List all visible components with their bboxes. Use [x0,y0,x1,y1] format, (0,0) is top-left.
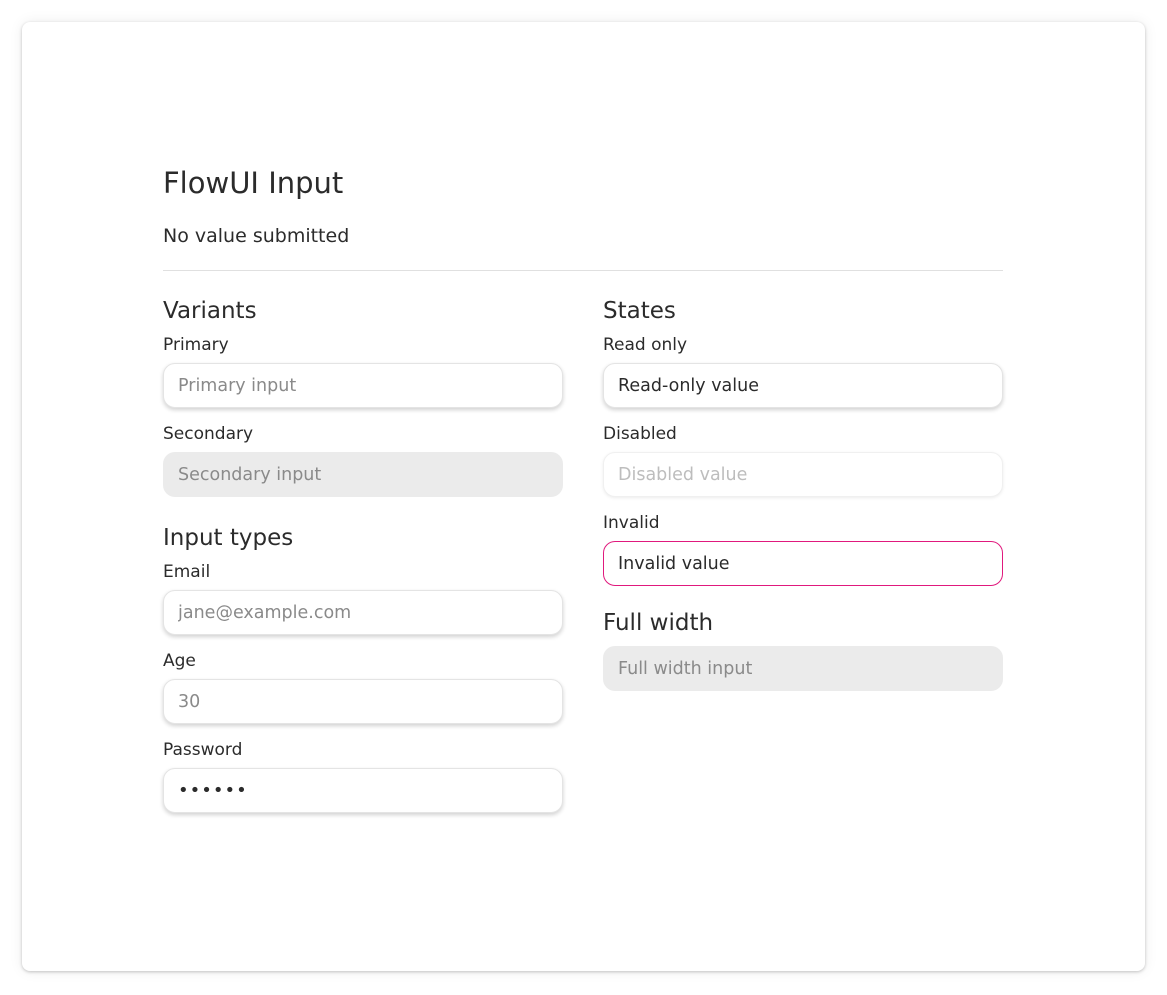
email-field: Email [163,561,563,635]
email-input[interactable] [163,590,563,635]
left-column: Variants Primary Secondary Input types E… [163,296,563,828]
age-input[interactable] [163,679,563,724]
primary-label: Primary [163,335,229,355]
primary-input[interactable] [163,363,563,408]
read-only-input[interactable] [603,363,1003,408]
full-width-input[interactable] [603,646,1003,691]
divider [163,270,1003,271]
secondary-label: Secondary [163,424,254,444]
input-types-heading: Input types [163,525,294,551]
primary-field: Primary [163,334,563,408]
secondary-field: Secondary [163,423,563,497]
demo-card: FlowUI Input No value submitted Variants… [22,22,1145,971]
columns: Variants Primary Secondary Input types E… [163,296,1003,828]
invalid-label: Invalid [603,513,660,533]
email-label: Email [163,562,211,582]
read-only-label: Read only [603,335,688,355]
password-label: Password [163,740,243,760]
age-label: Age [163,651,196,671]
page-title: FlowUI Input [163,166,344,200]
disabled-label: Disabled [603,424,677,444]
full-width-heading: Full width [603,610,714,636]
demo-content: FlowUI Input No value submitted Variants… [163,165,1003,828]
variants-heading: Variants [163,298,257,324]
disabled-input [603,452,1003,497]
disabled-field: Disabled [603,423,1003,497]
full-width-field [603,646,1003,691]
password-input[interactable] [163,768,563,813]
right-column: States Read only Disabled Invalid Full w… [603,296,1003,828]
secondary-input[interactable] [163,452,563,497]
submission-status: No value submitted [163,225,350,247]
read-only-field: Read only [603,334,1003,408]
invalid-field: Invalid [603,512,1003,586]
states-heading: States [603,298,676,324]
invalid-input[interactable] [603,541,1003,586]
age-field: Age [163,650,563,724]
password-field: Password [163,739,563,813]
